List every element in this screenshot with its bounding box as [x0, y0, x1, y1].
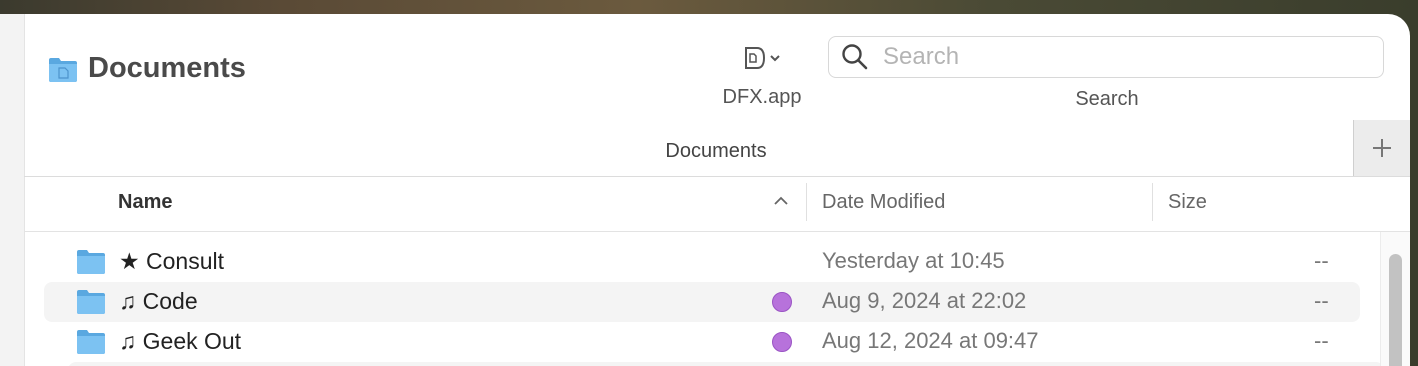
column-header-date-modified[interactable]: Date Modified	[822, 191, 945, 214]
sort-ascending-icon[interactable]	[772, 195, 790, 207]
chevron-down-icon	[770, 55, 780, 62]
folder-icon	[77, 330, 105, 354]
search-caption: Search	[1075, 88, 1139, 110]
file-date: Aug 9, 2024 at 22:02	[822, 288, 1027, 313]
tab-bar: Documents	[24, 120, 1410, 177]
file-size: --	[1314, 288, 1329, 313]
column-header: Name Date Modified Size	[24, 177, 1410, 232]
dfx-app-label: DFX.app	[722, 86, 802, 108]
search-input[interactable]	[881, 42, 1365, 72]
dfx-app-button[interactable]: DFX.app	[708, 42, 816, 109]
window-title: Documents	[88, 52, 246, 84]
file-date: Aug 12, 2024 at 09:47	[822, 328, 1039, 353]
column-header-size[interactable]: Size	[1168, 191, 1207, 214]
file-row[interactable]: ★ Consult Yesterday at 10:45 --	[24, 242, 1410, 282]
finder-window: Documents DFX.app Search Documents	[0, 14, 1410, 366]
dfx-app-icon	[745, 47, 766, 69]
window-title-area: Documents	[48, 52, 246, 85]
sidebar-edge	[0, 14, 25, 366]
file-name: ♫ Geek Out	[119, 328, 242, 354]
file-row[interactable]: ♫ Geek Out Aug 12, 2024 at 09:47 --	[24, 322, 1410, 362]
file-name: ♫ Code	[119, 288, 198, 314]
column-divider[interactable]	[1152, 183, 1153, 221]
vertical-scrollbar[interactable]	[1380, 232, 1410, 366]
folder-icon	[77, 250, 105, 274]
file-size: --	[1314, 328, 1329, 353]
folder-icon	[77, 290, 105, 314]
purple-tag-icon	[772, 292, 792, 312]
file-name: ★ Consult	[119, 248, 224, 274]
scrollbar-thumb[interactable]	[1389, 254, 1402, 366]
search-icon	[842, 44, 868, 70]
search-field[interactable]	[828, 36, 1384, 78]
file-row[interactable]: ♫ Code Aug 9, 2024 at 22:02 --	[44, 282, 1360, 322]
file-row[interactable]	[68, 362, 1384, 366]
column-divider[interactable]	[806, 183, 807, 221]
file-list: ★ Consult Yesterday at 10:45 -- ♫ Code A…	[24, 242, 1410, 366]
new-tab-button[interactable]	[1353, 120, 1410, 176]
file-size: --	[1314, 248, 1329, 273]
file-date: Yesterday at 10:45	[822, 248, 1005, 273]
folder-icon	[49, 57, 77, 82]
purple-tag-icon	[772, 332, 792, 352]
tab-documents[interactable]: Documents	[24, 140, 1408, 163]
plus-icon	[1373, 139, 1391, 157]
column-header-name[interactable]: Name	[118, 191, 172, 214]
